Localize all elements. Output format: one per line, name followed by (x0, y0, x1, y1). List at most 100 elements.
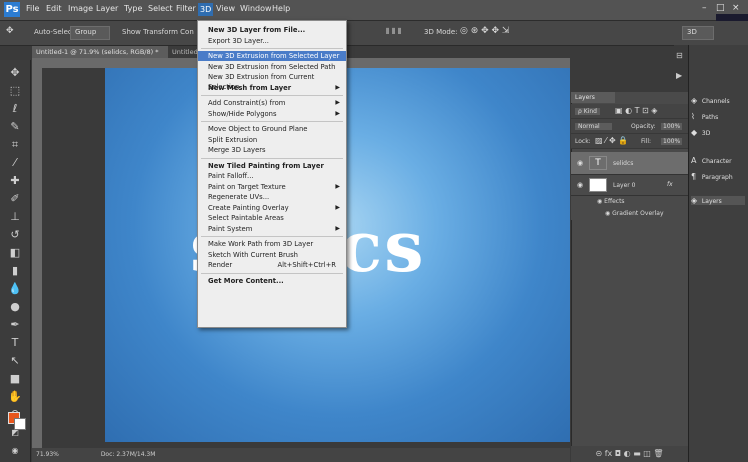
menu-item-regenerate-uvs[interactable]: Regenerate UVs... (198, 192, 346, 202)
opacity-field[interactable]: 100% (661, 123, 683, 130)
menu-item-new-3d-extrusion-from-current-selection[interactable]: New 3D Extrusion from Current Selection (198, 72, 346, 91)
menu-item-new-3d-extrusion-from-selected-layer[interactable]: New 3D Extrusion from Selected Layer (198, 51, 346, 61)
menu-item-label: Render (208, 261, 233, 269)
menu-item-paint-system[interactable]: Paint System ▶ (198, 224, 346, 234)
menu-image[interactable]: Image (68, 4, 93, 13)
menu-type[interactable]: Type (124, 4, 142, 13)
dock-character[interactable]: A Character (691, 156, 732, 165)
healing-tool-icon[interactable]: ✚ (7, 174, 23, 188)
group-select[interactable]: Group (70, 26, 110, 40)
visibility-eye-icon[interactable]: ◉ (577, 159, 583, 167)
layer-row-text[interactable]: ◉ T selidcs (571, 152, 688, 175)
dock-channels[interactable]: ◈ Channels (691, 96, 730, 105)
hand-tool-icon[interactable]: ✋ (7, 390, 23, 404)
gradient-overlay-row[interactable]: ◉ Gradient Overlay (571, 208, 688, 220)
3d-mode-icons[interactable]: ◎ ⊛ ✥ ✥ ⇲ (460, 26, 509, 36)
brush-tool-icon[interactable]: ✐ (7, 192, 23, 206)
menu-item-new-mesh-from-layer[interactable]: New Mesh from Layer ▶ (198, 83, 346, 93)
character-icon: A (691, 156, 697, 165)
menu-item-paint-falloff[interactable]: Paint Falloff... (198, 171, 346, 181)
quick-mask-icon[interactable]: ◉ (7, 444, 23, 458)
dock-layers[interactable]: ◈ Layers (691, 196, 745, 205)
menu-item-label: Paint Falloff... (208, 172, 254, 180)
menu-item-new-tiled-painting-from-layer[interactable]: New Tiled Painting from Layer (198, 161, 346, 171)
menu-select[interactable]: Select (148, 4, 173, 13)
blend-mode-select[interactable]: Normal (575, 123, 612, 130)
menu-item-split-extrusion[interactable]: Split Extrusion (198, 135, 346, 145)
path-select-tool-icon[interactable]: ↖ (7, 354, 23, 368)
workspace-select[interactable]: 3D (682, 26, 714, 40)
history-brush-tool-icon[interactable]: ↺ (7, 228, 23, 242)
menu-layer[interactable]: Layer (96, 4, 118, 13)
lock-icons[interactable]: ▨ ⁄ ✥ 🔒 (595, 136, 628, 145)
maximize-button[interactable]: □ (716, 3, 725, 13)
menu-item-merge-3d-layers[interactable]: Merge 3D Layers (198, 145, 346, 155)
menu-item-make-work-path-from-3d-layer[interactable]: Make Work Path from 3D Layer (198, 239, 346, 249)
move-tool-icon[interactable]: ✥ (6, 26, 14, 36)
menu-item-label: Sketch With Current Brush (208, 250, 298, 259)
effects-row[interactable]: ◉ Effects (571, 196, 688, 208)
fill-field[interactable]: 100% (661, 138, 683, 145)
3d-menu-dropdown: New 3D Layer from File... Export 3D Layer… (197, 20, 347, 328)
layer-row-image[interactable]: ◉ Layer 0 fx (571, 175, 688, 196)
pen-tool-icon[interactable]: ✒ (7, 318, 23, 332)
effects-label: ◉ Effects (597, 198, 625, 205)
history-icon[interactable]: ⊟ (676, 51, 683, 60)
menu-window[interactable]: Window (240, 4, 272, 13)
layers-footer-icons[interactable]: ⊝ fx ◘ ◐ ▬ ◫ 🗑 (571, 446, 688, 462)
menu-item-export-3d-layer[interactable]: Export 3D Layer... (198, 36, 346, 46)
dodge-tool-icon[interactable]: ● (7, 300, 23, 314)
marquee-tool-icon[interactable]: ⬚ (7, 84, 23, 98)
menu-item-create-painting-overlay[interactable]: Create Painting Overlay ▶ (198, 203, 346, 213)
menu-item-add-constraint-s-from[interactable]: Add Constraint(s) from ▶ (198, 98, 346, 108)
layers-tab[interactable]: Layers (571, 92, 615, 103)
menu-edit[interactable]: Edit (46, 4, 62, 13)
menu-item-get-more-content[interactable]: Get More Content... (198, 276, 346, 286)
document-tab[interactable]: Untitled-1 @ 71.9% (selidcs, RGB/8) * (32, 46, 168, 58)
menu-item-new-3d-extrusion-from-selected-path[interactable]: New 3D Extrusion from Selected Path (198, 62, 346, 72)
zoom-level[interactable]: 71.93% (36, 451, 59, 458)
menu-separator (201, 48, 343, 49)
crop-tool-icon[interactable]: ⌗ (7, 138, 23, 152)
menu-item-paint-on-target-texture[interactable]: Paint on Target Texture ▶ (198, 182, 346, 192)
menu-item-render[interactable]: Render Alt+Shift+Ctrl+R (198, 260, 346, 270)
background-color-swatch[interactable] (14, 418, 26, 430)
layer-name[interactable]: Layer 0 (613, 182, 635, 189)
gradient-tool-icon[interactable]: ▮ (7, 264, 23, 278)
doc-size: Doc: 2.37M/14.3M (100, 451, 156, 458)
lasso-tool-icon[interactable]: ℓ (7, 102, 23, 116)
quick-select-tool-icon[interactable]: ✎ (7, 120, 23, 134)
filter-type-icons[interactable]: ▣ ◐ T ⊡ ◈ (615, 106, 657, 115)
actions-icon[interactable]: ▶ (676, 71, 682, 80)
move-tool-icon[interactable]: ✥ (7, 66, 23, 80)
menu-view[interactable]: View (216, 4, 235, 13)
shape-tool-icon[interactable]: ■ (7, 372, 23, 386)
stamp-tool-icon[interactable]: ⊥ (7, 210, 23, 224)
menu-help[interactable]: Help (272, 4, 290, 13)
menu-item-new-3d-layer-from-file[interactable]: New 3D Layer from File... (198, 25, 346, 35)
menu-item-select-paintable-areas[interactable]: Select Paintable Areas (198, 213, 346, 223)
visibility-eye-icon[interactable]: ◉ (577, 181, 583, 189)
fx-badge[interactable]: fx (667, 181, 673, 188)
distribute-icons[interactable]: ⫴ ⫴ ⫴ (386, 27, 401, 37)
type-tool-icon[interactable]: T (7, 336, 23, 350)
close-button[interactable]: × (732, 3, 740, 13)
menu-item-show-hide-polygons[interactable]: Show/Hide Polygons ▶ (198, 109, 346, 119)
menu-filter[interactable]: Filter (176, 4, 196, 13)
show-transform-controls-label[interactable]: Show Transform Con (122, 28, 194, 36)
dock-paths[interactable]: ⌇ Paths (691, 112, 718, 121)
eraser-tool-icon[interactable]: ◧ (7, 246, 23, 260)
minimize-button[interactable]: – (702, 3, 707, 13)
menu-item-sketch-with-current-brush[interactable]: Sketch With Current Brush (198, 250, 346, 260)
dock-paragraph[interactable]: ¶ Paragraph (691, 172, 733, 181)
menu-file[interactable]: File (26, 4, 39, 13)
blur-tool-icon[interactable]: 💧 (7, 282, 23, 296)
layer-name[interactable]: selidcs (613, 160, 633, 167)
eyedropper-tool-icon[interactable]: ⁄ (7, 156, 23, 170)
mini-dock: ⊟ ▶ (674, 45, 688, 92)
dock-3d[interactable]: ◆ 3D (691, 128, 710, 137)
menu-item-move-object-to-ground-plane[interactable]: Move Object to Ground Plane (198, 124, 346, 134)
menu-3d[interactable]: 3D (198, 3, 214, 16)
effect-item-label: ◉ Gradient Overlay (605, 210, 664, 217)
kind-filter-select[interactable]: ρ Kind (575, 108, 600, 115)
